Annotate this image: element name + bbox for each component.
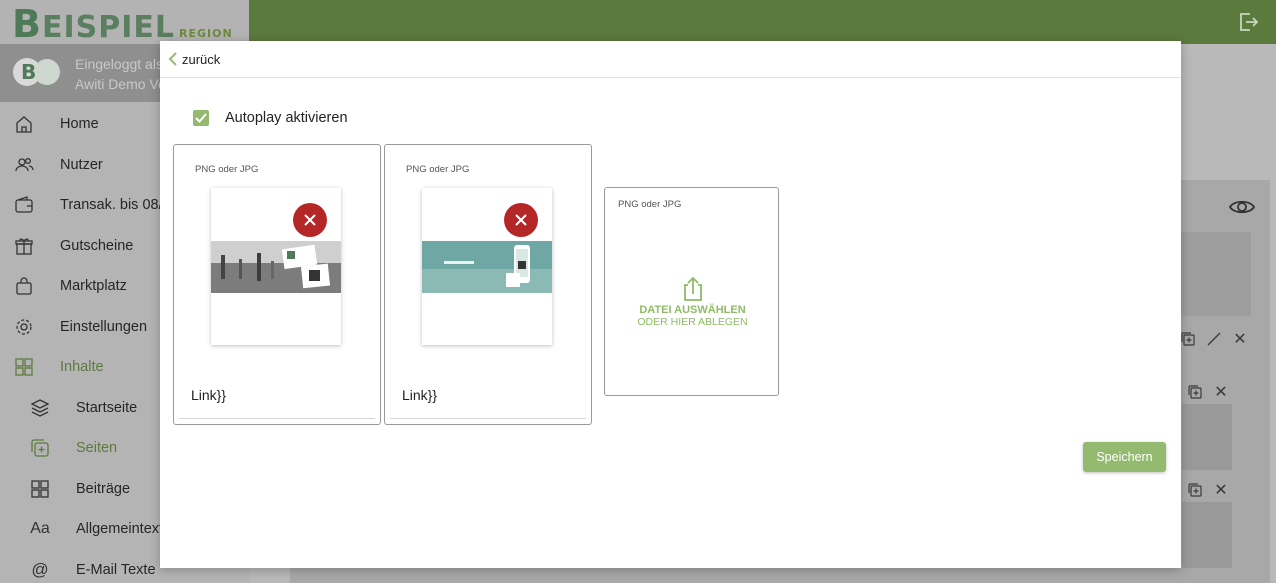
layers-icon <box>30 398 50 418</box>
slide-image <box>211 241 341 293</box>
row-tools-1: ✕ <box>1178 329 1250 349</box>
duplicate-icon[interactable] <box>1185 382 1205 402</box>
divider <box>179 418 375 419</box>
divider <box>390 418 586 419</box>
content-block <box>1182 404 1232 470</box>
logout-icon[interactable] <box>1236 10 1260 34</box>
remove-image-button[interactable] <box>293 203 327 237</box>
slide-link[interactable]: Link}} <box>191 387 226 403</box>
sidebar-item-label: Allgemeintext <box>76 521 164 538</box>
sidebar-item-label: Transak. bis 08/2 <box>60 197 171 214</box>
slider-modal: zurück Autoplay aktivieren PNG oder JPG <box>160 41 1181 568</box>
slide-card: PNG oder JPG Link}} <box>384 144 592 425</box>
close-icon <box>304 214 316 226</box>
user-name: Awiti Demo Ve <box>75 76 166 92</box>
upload-dropzone[interactable]: PNG oder JPG DATEI AUSWÄHLEN ODER HIER A… <box>604 187 779 396</box>
content-block <box>1175 232 1251 316</box>
chevron-left-icon <box>168 52 177 66</box>
sidebar-item-label: Seiten <box>76 440 118 457</box>
wallet-icon <box>14 195 34 215</box>
sidebar-item-label: Startseite <box>76 399 138 416</box>
row-tools-3: ✕ <box>1185 480 1231 500</box>
duplicate-icon[interactable] <box>1185 480 1205 500</box>
at-icon: @ <box>31 559 49 579</box>
content-block <box>1182 502 1232 568</box>
grid-icon <box>30 479 50 499</box>
slide-image <box>422 241 552 293</box>
row-tools-2: ✕ <box>1185 382 1231 402</box>
upload-sublabel: ODER HIER ABLEGEN <box>637 316 748 328</box>
sidebar-item-label: Nutzer <box>60 156 103 173</box>
edit-icon[interactable] <box>1204 329 1224 349</box>
check-icon <box>195 113 207 123</box>
logo-text: EISPIEL <box>41 10 175 45</box>
add-page-icon <box>30 438 50 458</box>
users-icon <box>14 155 34 175</box>
sidebar-item-label: Beiträge <box>76 480 131 497</box>
home-icon <box>14 114 34 134</box>
bag-icon <box>14 276 34 296</box>
sidebar-item-label: Marktplatz <box>60 278 127 295</box>
sidebar-item-label: Gutscheine <box>60 237 134 254</box>
close-icon[interactable]: ✕ <box>1211 382 1231 402</box>
close-icon[interactable]: ✕ <box>1230 329 1250 349</box>
upload-icon <box>684 276 702 301</box>
text-icon: Aa <box>30 520 50 538</box>
save-button[interactable]: Speichern <box>1083 442 1166 472</box>
upload-label: DATEI AUSWÄHLEN <box>639 304 746 316</box>
logo-area: BEISPIEL REGION <box>0 0 249 46</box>
autoplay-checkbox[interactable] <box>193 110 209 126</box>
back-button[interactable]: zurück <box>167 51 220 67</box>
file-type-hint: PNG oder JPG <box>195 164 259 175</box>
logo-region: REGION <box>179 27 233 40</box>
duplicate-icon[interactable] <box>1178 329 1198 349</box>
sidebar-item-label: E-Mail Texte <box>76 561 156 578</box>
slide-link[interactable]: Link}} <box>402 387 437 403</box>
autoplay-row: Autoplay aktivieren <box>193 110 348 126</box>
sidebar-item-label: Inhalte <box>60 359 104 376</box>
avatar: B <box>13 58 60 86</box>
autoplay-label: Autoplay aktivieren <box>225 110 348 126</box>
gear-icon <box>14 317 34 337</box>
remove-image-button[interactable] <box>504 203 538 237</box>
logged-in-label: Eingeloggt als: <box>75 56 167 72</box>
grid-icon <box>14 357 34 377</box>
modal-header: zurück <box>160 41 1181 78</box>
logo-initial: B <box>12 2 42 46</box>
svg-text:B: B <box>21 60 36 84</box>
gift-icon <box>14 236 34 256</box>
close-icon[interactable]: ✕ <box>1211 480 1231 500</box>
close-icon <box>515 214 527 226</box>
slide-card: PNG oder JPG Link}} <box>173 144 381 425</box>
eye-icon[interactable] <box>1228 196 1256 218</box>
file-type-hint: PNG oder JPG <box>618 199 682 210</box>
file-type-hint: PNG oder JPG <box>406 164 470 175</box>
sidebar-item-label: Einstellungen <box>60 318 148 335</box>
sidebar-item-label: Home <box>60 116 99 133</box>
logo[interactable]: BEISPIEL REGION <box>12 2 233 46</box>
back-label: zurück <box>182 51 221 67</box>
